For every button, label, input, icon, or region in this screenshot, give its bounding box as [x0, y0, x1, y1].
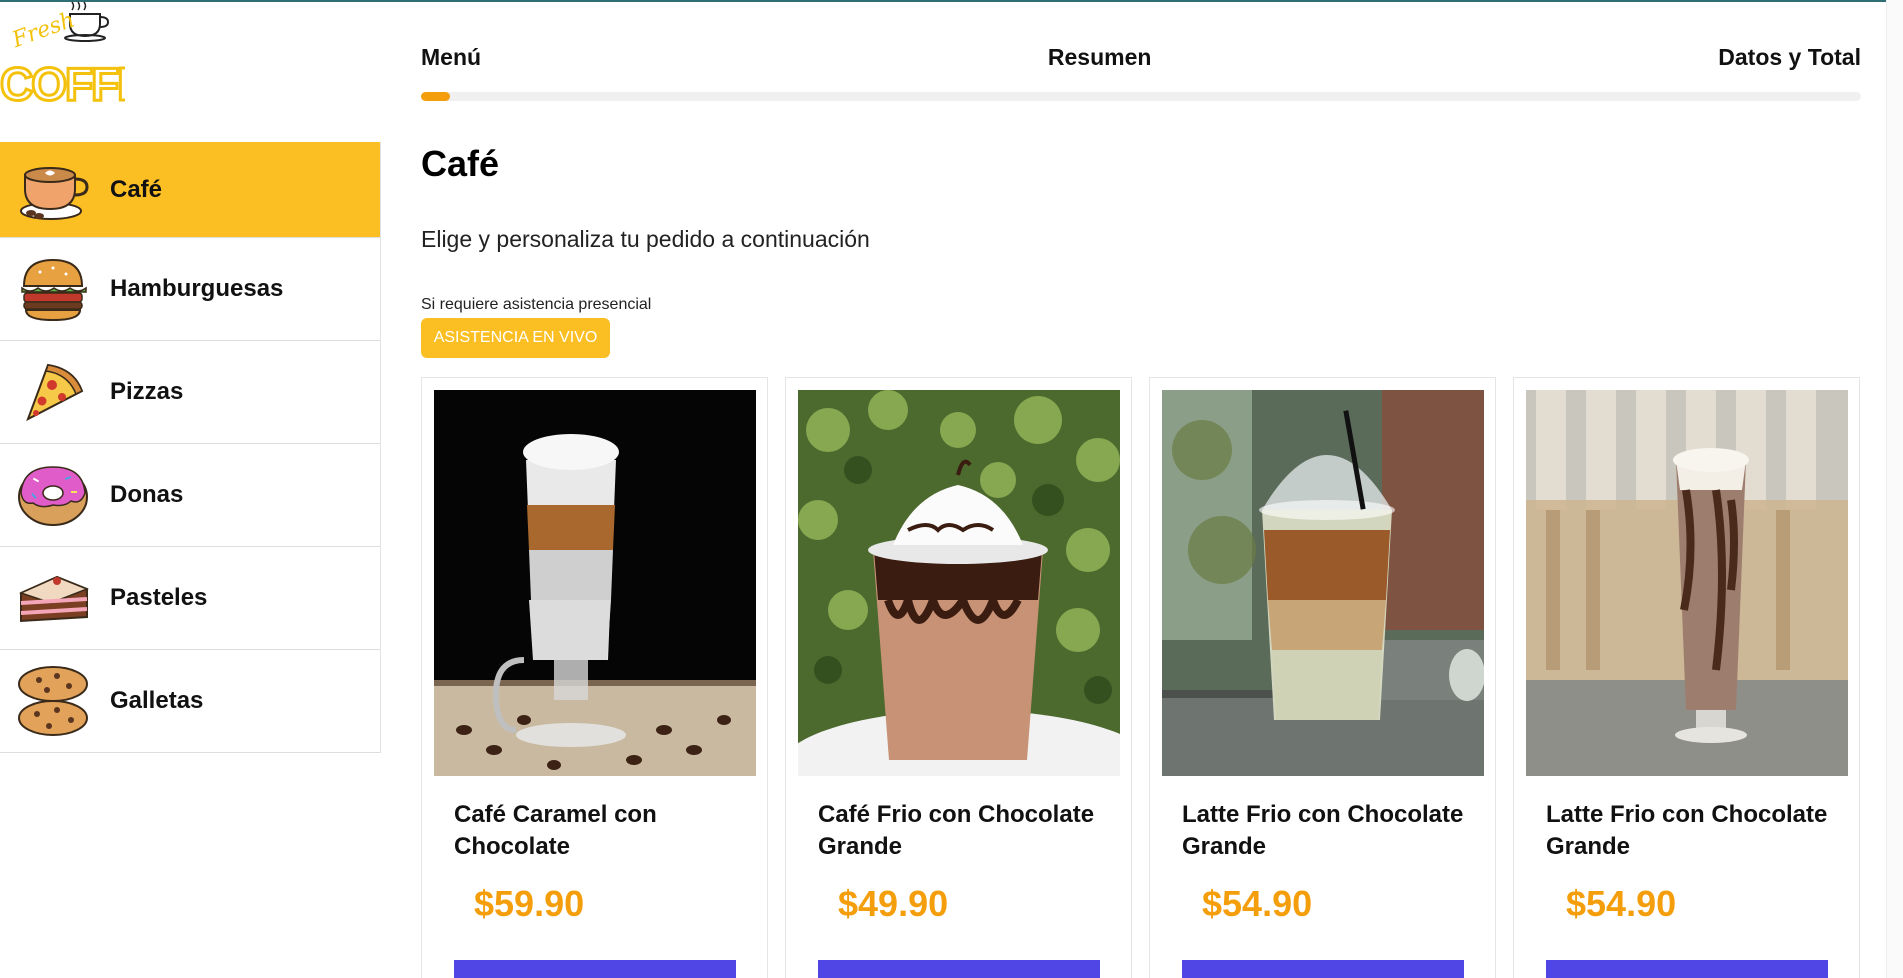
sidebar-item-pizzas[interactable]: Pizzas: [0, 341, 380, 444]
product-price: $54.90: [1202, 883, 1313, 924]
sidebar-item-label: Donas: [110, 481, 184, 508]
add-to-order-button[interactable]: [1546, 960, 1828, 978]
burger-icon: [16, 252, 90, 326]
assistance-note: Si requiere asistencia presencial: [421, 296, 652, 313]
sidebar-item-pasteles[interactable]: Pasteles: [0, 547, 380, 650]
product-price: $54.90: [1566, 883, 1677, 924]
sidebar-item-hamburguesas[interactable]: Hamburguesas: [0, 238, 380, 341]
add-to-order-button[interactable]: [454, 960, 736, 978]
order-steps: Menú Resumen Datos y Total: [421, 44, 1861, 74]
add-to-order-button[interactable]: [1182, 960, 1464, 978]
svg-text:COFFEE: COFFEE: [0, 58, 125, 106]
caramel-coffee-photo: [434, 390, 756, 776]
add-to-order-button[interactable]: [818, 960, 1100, 978]
sidebar-item-label: Pizzas: [110, 378, 184, 405]
iced-latte-photo: [1162, 390, 1484, 776]
page-scrollbar[interactable]: [1886, 0, 1903, 978]
product-name: Café Frio con Chocolate Grande: [818, 801, 1095, 860]
product-name: Café Caramel con Chocolate: [454, 801, 657, 860]
frappe-chocolate-photo: [798, 390, 1120, 776]
step-menu[interactable]: Menú: [421, 44, 481, 74]
sidebar-item-label: Café: [110, 175, 163, 203]
pizza-icon: [16, 355, 90, 429]
progress-fill: [421, 92, 450, 101]
step-summary[interactable]: Resumen: [1048, 44, 1152, 74]
live-assistance-button[interactable]: ASISTENCIA EN VIVO: [421, 318, 610, 358]
product-card: Latte Frio con Chocolate Grande $54.90: [1513, 377, 1860, 978]
sidebar-item-label: Hamburguesas: [110, 275, 284, 302]
sidebar-item-label: Pasteles: [110, 584, 208, 611]
product-grid: Café Caramel con Chocolate $59.90 Café F…: [421, 377, 1861, 978]
product-card: Latte Frio con Chocolate Grande $54.90: [1149, 377, 1496, 978]
fresh-coffee-logo: Fresh COFFEE: [0, 0, 178, 112]
donut-icon: [16, 458, 90, 532]
cake-icon: [16, 561, 90, 635]
product-name: Latte Frio con Chocolate Grande: [1546, 801, 1828, 860]
main-content: Menú Resumen Datos y Total Café Elige y …: [421, 0, 1861, 978]
progress-bar: [421, 92, 1861, 101]
product-card: Café Caramel con Chocolate $59.90: [421, 377, 768, 978]
sidebar-item-donas[interactable]: Donas: [0, 444, 380, 547]
chocolate-shake-photo: [1526, 390, 1848, 776]
category-list: Café Hamburguesas Pizzas Donas Pasteles …: [0, 142, 381, 753]
svg-text:Fresh: Fresh: [8, 8, 78, 54]
product-name: Latte Frio con Chocolate Grande: [1182, 801, 1464, 860]
sidebar-item-galletas[interactable]: Galletas: [0, 650, 380, 753]
step-total[interactable]: Datos y Total: [1718, 44, 1861, 74]
sidebar-item-label: Galletas: [110, 687, 204, 714]
product-card: Café Frio con Chocolate Grande $49.90: [785, 377, 1132, 978]
product-price: $49.90: [838, 883, 949, 924]
coffee-cup-icon: [16, 153, 90, 227]
page-subtitle: Elige y personaliza tu pedido a continua…: [421, 226, 870, 252]
page-title: Café: [421, 143, 500, 184]
product-price: $59.90: [474, 883, 585, 924]
sidebar: Fresh COFFEE Café: [0, 0, 381, 978]
sidebar-item-cafe[interactable]: Café: [0, 142, 380, 238]
cookies-icon: [16, 664, 90, 738]
